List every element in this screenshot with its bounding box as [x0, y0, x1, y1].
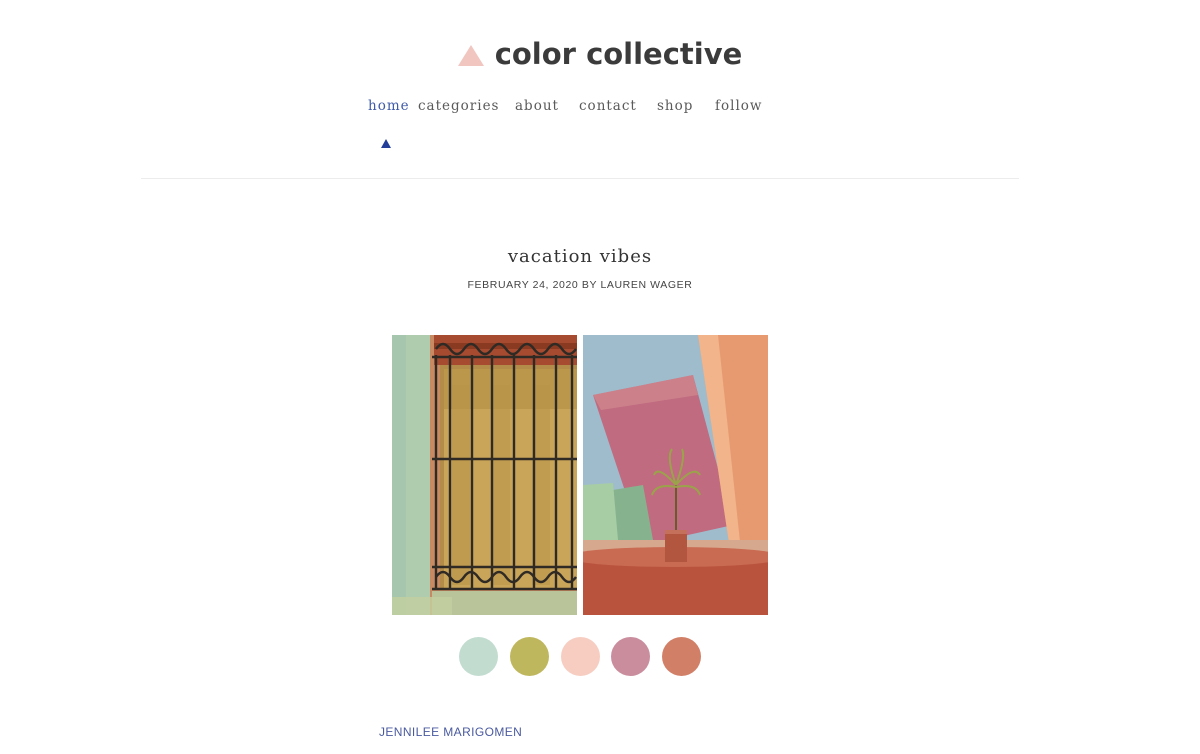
- photo-window-image: [392, 335, 577, 615]
- site-title[interactable]: color collective: [495, 34, 743, 74]
- triangle-indicator-icon: [381, 139, 391, 148]
- post-date: FEBRUARY 24, 2020: [467, 279, 579, 291]
- site-logo[interactable]: color collective: [0, 34, 1200, 74]
- nav-home[interactable]: home: [368, 96, 410, 116]
- palette-swatch[interactable]: [459, 637, 498, 676]
- post-title[interactable]: vacation vibes: [0, 244, 1160, 270]
- header-divider: [141, 178, 1019, 179]
- photo-credit-link[interactable]: JENNILEE MARIGOMEN: [379, 724, 522, 740]
- palette-swatch[interactable]: [662, 637, 701, 676]
- photo-window[interactable]: [392, 335, 577, 615]
- photo-architecture-image: [583, 335, 768, 615]
- post-meta: FEBRUARY 24, 2020 BY LAUREN WAGER: [0, 278, 1160, 292]
- post-by: BY: [581, 279, 597, 291]
- nav-shop[interactable]: shop: [657, 96, 693, 116]
- main-nav: home categories about contact shop follo…: [0, 96, 1200, 116]
- palette-swatch[interactable]: [611, 637, 650, 676]
- nav-categories[interactable]: categories: [418, 96, 499, 116]
- nav-about[interactable]: about: [515, 96, 559, 116]
- triangle-icon: [457, 44, 484, 66]
- post-author[interactable]: LAUREN WAGER: [600, 279, 692, 291]
- nav-contact[interactable]: contact: [579, 96, 637, 116]
- palette-swatch[interactable]: [510, 637, 549, 676]
- nav-follow[interactable]: follow: [715, 96, 762, 116]
- palette-swatch[interactable]: [561, 637, 600, 676]
- photo-architecture[interactable]: [583, 335, 768, 615]
